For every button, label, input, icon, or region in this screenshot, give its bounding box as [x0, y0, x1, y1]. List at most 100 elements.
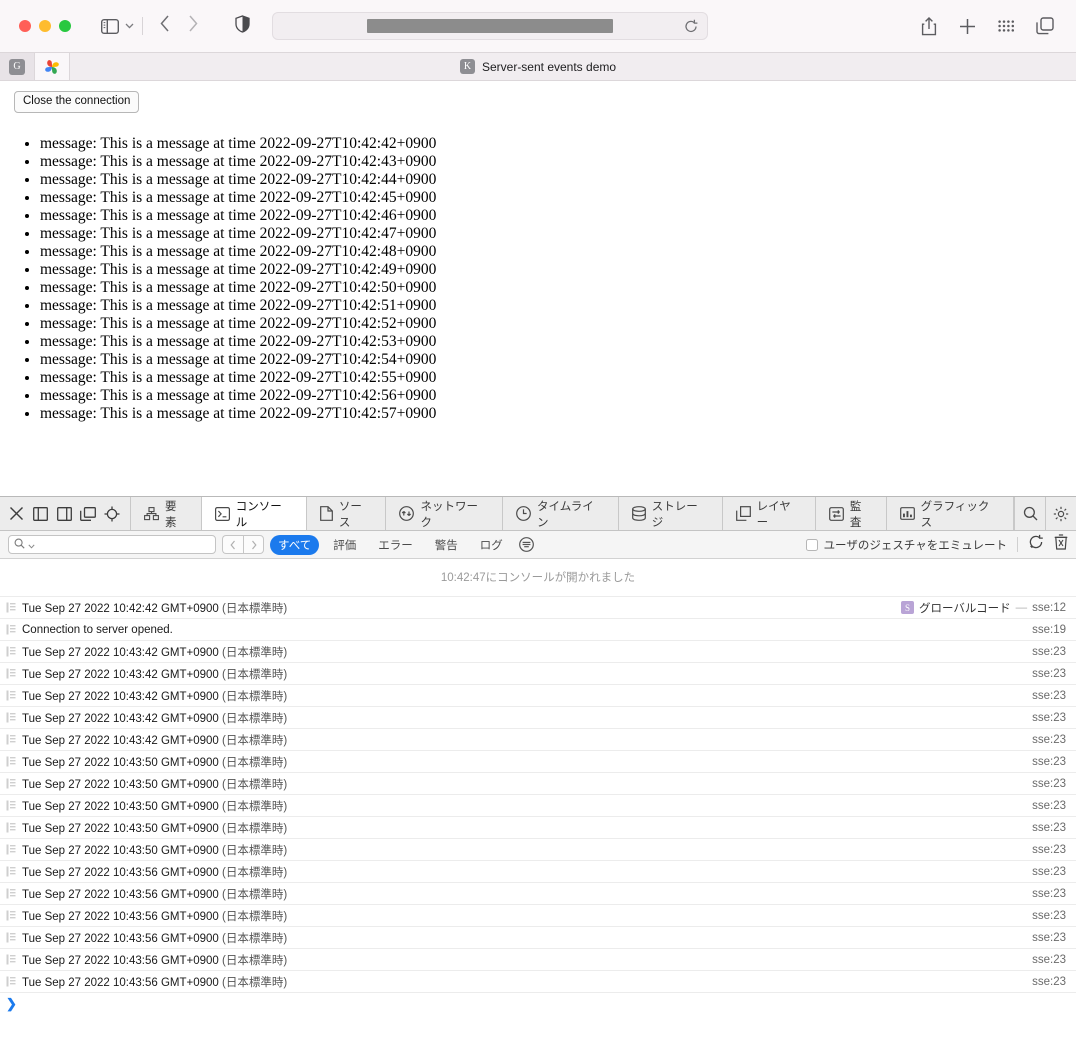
checkbox-square[interactable]	[805, 538, 818, 551]
tab-network[interactable]: ネットワーク	[386, 497, 503, 530]
console-source-link[interactable]: sse:23	[1032, 734, 1066, 746]
tab-graphics[interactable]: グラフィックス	[887, 497, 1015, 530]
search-next-button[interactable]	[243, 535, 264, 554]
console-source-link[interactable]: sse:23	[1032, 932, 1066, 944]
close-connection-button[interactable]: Close the connection	[14, 91, 140, 113]
filter-pill-errors[interactable]: エラー	[370, 535, 421, 555]
console-source-link[interactable]: sse:23	[1032, 800, 1066, 812]
toolbar-right-actions	[921, 16, 1064, 36]
console-message-timezone: (日本標準時)	[222, 778, 288, 791]
active-tab-title-text: Server-sent events demo	[481, 59, 617, 74]
console-row[interactable]: Tue Sep 27 2022 10:43:42 GMT+0900 (日本標準時…	[0, 640, 1076, 662]
console-source-link[interactable]: sse:23	[1032, 712, 1066, 724]
console-row[interactable]: Tue Sep 27 2022 10:43:50 GMT+0900 (日本標準時…	[0, 794, 1076, 816]
filter-settings-icon[interactable]	[518, 537, 534, 552]
console-search-input[interactable]	[38, 538, 210, 551]
address-bar[interactable]	[272, 12, 708, 40]
console-row[interactable]: Tue Sep 27 2022 10:43:42 GMT+0900 (日本標準時…	[0, 728, 1076, 750]
console-source-dash: —	[1015, 601, 1028, 614]
filter-pill-warnings[interactable]: 警告	[427, 535, 466, 555]
console-source-link[interactable]: sse:23	[1032, 954, 1066, 966]
search-icon[interactable]	[1014, 497, 1045, 530]
emulate-user-gesture-checkbox[interactable]: ユーザのジェスチャをエミュレート	[805, 537, 1007, 553]
console-message: Tue Sep 27 2022 10:43:56 GMT+0900 (日本標準時…	[22, 954, 288, 967]
console-source-function: グローバルコード	[918, 602, 1011, 615]
console-row[interactable]: Tue Sep 27 2022 10:43:42 GMT+0900 (日本標準時…	[0, 706, 1076, 728]
tab-storage[interactable]: ストレージ	[619, 497, 723, 530]
console-row[interactable]: Tue Sep 27 2022 10:43:42 GMT+0900 (日本標準時…	[0, 684, 1076, 706]
chevron-down-icon[interactable]	[28, 536, 35, 554]
console-source-link[interactable]: sse:23	[1032, 844, 1066, 856]
console-source-ref: sse:23	[1032, 712, 1066, 724]
reload-icon[interactable]	[684, 19, 698, 39]
console-source-link[interactable]: sse:23	[1032, 690, 1066, 702]
console-prompt[interactable]: ❯	[0, 992, 1076, 1014]
filter-pill-logs[interactable]: ログ	[472, 535, 511, 555]
console-source-link[interactable]: sse:23	[1032, 756, 1066, 768]
sidebar-toggle[interactable]	[101, 18, 134, 34]
console-row[interactable]: Tue Sep 27 2022 10:43:56 GMT+0900 (日本標準時…	[0, 860, 1076, 882]
tab-elements[interactable]: 要素	[131, 497, 202, 530]
console-source-link[interactable]: sse:23	[1032, 866, 1066, 878]
console-row[interactable]: Tue Sep 27 2022 10:43:50 GMT+0900 (日本標準時…	[0, 750, 1076, 772]
chevron-down-icon[interactable]	[125, 20, 134, 32]
console-row[interactable]: Tue Sep 27 2022 10:43:56 GMT+0900 (日本標準時…	[0, 904, 1076, 926]
console-row[interactable]: Tue Sep 27 2022 10:43:50 GMT+0900 (日本標準時…	[0, 816, 1076, 838]
preserve-log-icon[interactable]	[1028, 534, 1044, 555]
tab-google[interactable]: G	[0, 53, 35, 80]
console-message: Tue Sep 27 2022 10:43:42 GMT+0900 (日本標準時…	[22, 668, 288, 681]
tab-sources[interactable]: ソース	[307, 497, 387, 530]
console-row[interactable]: Tue Sep 27 2022 10:43:50 GMT+0900 (日本標準時…	[0, 772, 1076, 794]
console-row[interactable]: Tue Sep 27 2022 10:43:56 GMT+0900 (日本標準時…	[0, 970, 1076, 992]
dock-undock-icon[interactable]	[76, 506, 100, 521]
tab-audit[interactable]: 監査	[816, 497, 887, 530]
gear-icon[interactable]	[1045, 497, 1076, 530]
tab-layers[interactable]: レイヤー	[723, 497, 816, 530]
console-source-link[interactable]: sse:23	[1032, 778, 1066, 790]
window-controls	[19, 20, 71, 32]
back-button[interactable]	[151, 15, 179, 38]
timeline-icon	[516, 506, 531, 521]
minimize-window-button[interactable]	[39, 20, 51, 32]
console-source-link[interactable]: sse:12	[1032, 602, 1066, 614]
console-row[interactable]: Tue Sep 27 2022 10:43:56 GMT+0900 (日本標準時…	[0, 948, 1076, 970]
close-window-button[interactable]	[19, 20, 31, 32]
dock-left-icon[interactable]	[28, 506, 52, 521]
console-row[interactable]: Tue Sep 27 2022 10:43:42 GMT+0900 (日本標準時…	[0, 662, 1076, 684]
zoom-window-button[interactable]	[59, 20, 71, 32]
console-row[interactable]: Tue Sep 27 2022 10:43:50 GMT+0900 (日本標準時…	[0, 838, 1076, 860]
console-row[interactable]: Connection to server opened. sse:19	[0, 618, 1076, 640]
filter-pill-evaluations[interactable]: 評価	[325, 535, 364, 555]
console-row[interactable]: Tue Sep 27 2022 10:43:56 GMT+0900 (日本標準時…	[0, 926, 1076, 948]
share-button[interactable]	[921, 16, 937, 36]
tab-overview-button[interactable]	[1036, 17, 1054, 35]
log-icon	[6, 756, 22, 767]
forward-button[interactable]	[179, 15, 207, 38]
console-row[interactable]: Tue Sep 27 2022 10:43:56 GMT+0900 (日本標準時…	[0, 882, 1076, 904]
console-message: Connection to server opened.	[22, 623, 173, 636]
new-tab-button[interactable]	[959, 18, 976, 35]
clear-console-icon[interactable]	[1054, 534, 1068, 555]
console-source-link[interactable]: sse:23	[1032, 646, 1066, 658]
tab-photos[interactable]	[35, 53, 70, 80]
console-row[interactable]: Tue Sep 27 2022 10:42:42 GMT+0900 (日本標準時…	[0, 596, 1076, 618]
dock-right-icon[interactable]	[52, 506, 76, 521]
console-source-link[interactable]: sse:23	[1032, 888, 1066, 900]
console-source-link[interactable]: sse:19	[1032, 624, 1066, 636]
console-source-link[interactable]: sse:23	[1032, 910, 1066, 922]
search-prev-button[interactable]	[222, 535, 243, 554]
console-source-link[interactable]: sse:23	[1032, 976, 1066, 988]
privacy-report-button[interactable]	[235, 14, 250, 38]
filter-pill-all[interactable]: すべて	[270, 534, 320, 555]
console-source-link[interactable]: sse:23	[1032, 668, 1066, 680]
apps-grid-button[interactable]	[998, 19, 1014, 33]
tab-timeline[interactable]: タイムライン	[503, 497, 619, 530]
console-source-ref: S グローバルコード — sse:12	[900, 600, 1066, 616]
tab-console[interactable]: コンソール	[201, 497, 307, 530]
console-source-link[interactable]: sse:23	[1032, 822, 1066, 834]
log-icon	[6, 910, 22, 921]
close-devtools-icon[interactable]	[4, 506, 28, 521]
inspect-element-icon[interactable]	[100, 506, 124, 522]
console-search-field[interactable]	[8, 535, 216, 554]
message-list-item: message: This is a message at time 2022-…	[40, 333, 1076, 351]
